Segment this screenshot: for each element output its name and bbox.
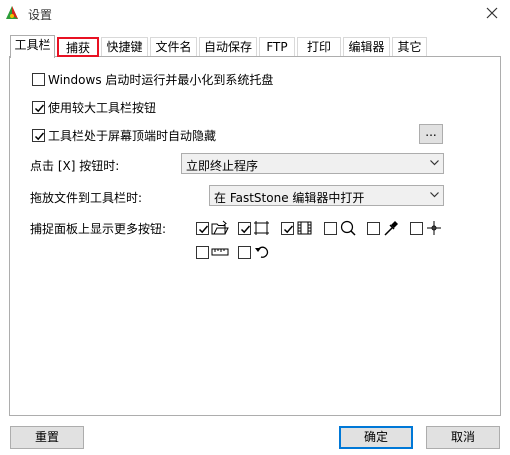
- ok-button[interactable]: 确定: [339, 426, 413, 449]
- larger-buttons-checkbox[interactable]: [32, 101, 45, 114]
- tab-ftp[interactable]: FTP: [259, 37, 295, 57]
- tab-other[interactable]: 其它: [392, 37, 427, 57]
- film-strip-icon: [296, 220, 314, 236]
- color-picker-icon: [382, 220, 400, 236]
- ruler-button-checkbox[interactable]: [196, 246, 209, 259]
- larger-buttons-label: 使用较大工具栏按钮: [48, 101, 157, 115]
- drop-action-select[interactable]: 在 FastStone 编辑器中打开: [209, 185, 444, 206]
- checkmark-icon: [34, 132, 45, 141]
- chevron-down-icon: [430, 192, 439, 198]
- close-action-label: 点击 [X] 按钮时:: [30, 159, 120, 173]
- autohide-label: 工具栏处于屏幕顶端时自动隐藏: [48, 129, 217, 143]
- checkmark-icon: [34, 104, 45, 113]
- crosshair-icon: [425, 220, 443, 236]
- close-action-select[interactable]: 立即终止程序: [181, 153, 444, 174]
- undo-button-checkbox[interactable]: [238, 246, 251, 259]
- crosshair-button-checkbox[interactable]: [410, 222, 423, 235]
- cancel-button[interactable]: 取消: [426, 426, 500, 449]
- checkmark-icon: [198, 225, 209, 234]
- drop-action-label: 拖放文件到工具栏时:: [30, 191, 143, 205]
- capture-panel-buttons-label: 捕捉面板上显示更多按钮:: [30, 222, 167, 236]
- window-title: 设置: [28, 8, 53, 22]
- open-folder-button-checkbox[interactable]: [196, 222, 209, 235]
- drop-action-value: 在 FastStone 编辑器中打开: [214, 191, 365, 205]
- reset-button[interactable]: 重置: [10, 426, 84, 449]
- open-folder-icon: [211, 220, 229, 236]
- tab-capture[interactable]: 捕获: [57, 37, 99, 57]
- tab-autosave[interactable]: 自动保存: [199, 37, 257, 57]
- autohide-options-button[interactable]: ...: [419, 124, 443, 144]
- crop-frame-icon: [253, 220, 271, 236]
- ruler-icon: [211, 244, 229, 260]
- magnifier-button-checkbox[interactable]: [324, 222, 337, 235]
- autohide-checkbox[interactable]: [32, 129, 45, 142]
- tab-hotkeys[interactable]: 快捷键: [101, 37, 148, 57]
- app-logo-icon: [4, 5, 20, 21]
- start-minimized-label: Windows 启动时运行并最小化到系统托盘: [48, 73, 274, 87]
- settings-tabs: 工具栏 捕获 快捷键 文件名 自动保存 FTP 打印 编辑器 其它: [10, 35, 510, 58]
- tab-toolbar[interactable]: 工具栏: [10, 35, 55, 58]
- tab-editor[interactable]: 编辑器: [343, 37, 390, 57]
- checkmark-icon: [283, 225, 294, 234]
- tab-print[interactable]: 打印: [297, 37, 341, 57]
- chevron-down-icon: [430, 160, 439, 166]
- checkmark-icon: [240, 225, 251, 234]
- crop-frame-button-checkbox[interactable]: [238, 222, 251, 235]
- close-button[interactable]: [478, 0, 506, 26]
- close-action-value: 立即终止程序: [186, 159, 259, 173]
- color-picker-button-checkbox[interactable]: [367, 222, 380, 235]
- tab-filename[interactable]: 文件名: [150, 37, 197, 57]
- undo-arrow-icon: [253, 244, 271, 260]
- start-minimized-checkbox[interactable]: [32, 73, 45, 86]
- close-icon: [486, 7, 498, 19]
- magnifier-icon: [339, 220, 357, 236]
- film-strip-button-checkbox[interactable]: [281, 222, 294, 235]
- title-bar: 设置: [0, 0, 510, 30]
